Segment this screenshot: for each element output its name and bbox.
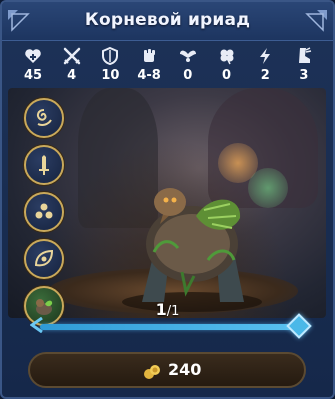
stat-value: 10 xyxy=(101,68,120,83)
stat-value: 0 xyxy=(183,68,193,83)
lightning-icon xyxy=(260,48,271,64)
skill-slot[interactable] xyxy=(24,192,64,232)
gold-coins-icon xyxy=(144,365,160,379)
corner-ornament-icon xyxy=(8,10,30,32)
stat-value: 0 xyxy=(221,68,232,83)
cost-bar[interactable]: 240 xyxy=(28,352,306,388)
stat-damage: 4-8 xyxy=(132,46,166,86)
quantity-slider[interactable] xyxy=(30,313,312,339)
creature-model xyxy=(122,188,262,312)
cost-value: 240 xyxy=(168,360,202,379)
wings-icon xyxy=(179,50,196,62)
stat-value: 2 xyxy=(260,68,270,83)
stat-initiative: 2 xyxy=(248,46,282,86)
stat-value: 3 xyxy=(299,68,309,83)
shield-icon xyxy=(102,46,119,66)
leaf-eye-icon xyxy=(34,249,54,267)
stat-morale: 0 xyxy=(171,46,205,86)
stat-attack: 4 xyxy=(55,46,89,86)
pagination: 1/1 xyxy=(2,300,333,319)
boot-speed-icon xyxy=(298,47,312,63)
stat-health: 45 xyxy=(16,46,50,86)
cluster-icon xyxy=(35,203,53,219)
slider-track[interactable] xyxy=(40,324,294,330)
page-total: /1 xyxy=(166,304,180,319)
nature-swirl-icon xyxy=(36,109,52,126)
stat-value: 4-8 xyxy=(137,68,161,83)
stat-defense: 10 xyxy=(93,46,127,86)
crossed-swords-icon xyxy=(63,47,80,65)
fist-damage-icon xyxy=(144,49,156,62)
clover-luck-icon xyxy=(220,49,234,65)
skills-column xyxy=(24,98,64,333)
stat-luck: 0 xyxy=(210,46,244,86)
skill-slot[interactable] xyxy=(24,145,64,185)
skill-slot[interactable] xyxy=(24,98,64,138)
unit-title: Корневой ириад xyxy=(84,10,251,30)
stat-value: 45 xyxy=(23,68,43,83)
card-header: Корневой ириад xyxy=(2,2,333,41)
stats-row: 45 4 10 4-8 0 0 2 3 xyxy=(16,46,321,86)
corner-ornament-icon xyxy=(305,10,327,32)
heart-icon xyxy=(25,49,41,63)
stat-value: 4 xyxy=(67,68,77,83)
unit-card: Корневой ириад 45 4 10 4-8 0 0 2 3 1/1 2… xyxy=(0,0,335,399)
stat-speed: 3 xyxy=(287,46,321,86)
page-current: 1 xyxy=(155,300,167,319)
sword-icon xyxy=(39,155,49,175)
skill-slot[interactable] xyxy=(24,239,64,279)
